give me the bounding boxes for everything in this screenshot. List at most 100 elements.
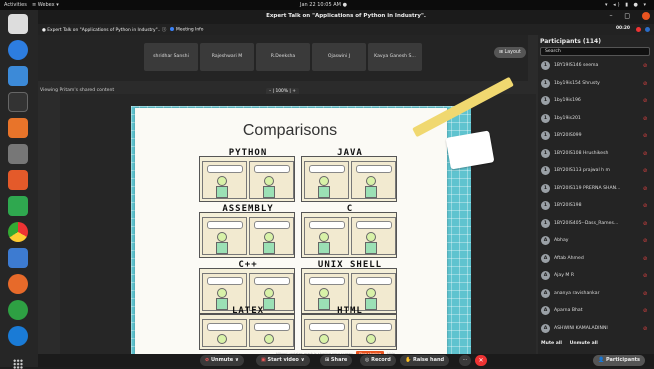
software-icon[interactable] [8,118,28,138]
participant-row[interactable]: A Ajay M R ⊘ [538,269,652,283]
participant-name: Aftab Ahmed [554,255,584,261]
participant-row[interactable]: 1 1BY20IS113 prajwal h m ⊘ [538,164,652,178]
window-controls[interactable]: – □ [610,12,650,20]
participants-button[interactable]: 👤 Participants [593,355,645,366]
video-tile[interactable]: shridhar Sanshi [144,43,198,71]
participant-name: Abhay [554,238,569,243]
avatar: A [541,236,550,245]
participant-search-input[interactable]: Search [540,47,650,56]
participants-footer: Mute all Unmute all [541,341,604,346]
participant-row[interactable]: 1 1BY20IS119 PRERNA SHAN... ⊘ [538,182,652,196]
calc-icon[interactable] [8,196,28,216]
unmute-button[interactable]: ⊘ Unmute ∨ [200,355,244,366]
meeting-controls: ⊘ Unmute ∨ ▣ Start video ∨ ⊞ Share ◎ Rec… [38,354,654,367]
video-strip: shridhar Sanshi Rajeshwari M R.Deeksha O… [38,35,528,81]
comic-panel: PYTHON [199,148,295,202]
muted-mic-icon: ⊘ [643,290,648,297]
more-options-button[interactable]: ⋯ [459,355,471,366]
participant-name: 1BY20IS113 prajwal h m [554,168,611,173]
start-video-button[interactable]: ▣ Start video ∨ [256,355,310,366]
participant-name: 1by19is154 Shrusty [554,80,600,86]
system-tray[interactable]: ▾ ◂) ▮ ● ▾ [605,2,648,8]
close-icon[interactable] [642,12,650,20]
muted-mic-icon: ⊘ [643,325,648,332]
participant-row[interactable]: 1 1BY20IS198 ⊘ [538,199,652,213]
window-titlebar: Expert Talk on "Applications of Python i… [38,10,654,24]
meeting-info-tab[interactable]: Meeting Info [170,27,203,33]
video-tile[interactable]: Rajeshwari M [200,43,254,71]
recording-icon[interactable] [636,27,641,32]
muted-mic-icon: ⊘ [643,273,648,279]
avatar: 1 [541,78,550,88]
participant-name: 1by19is201 [554,115,581,121]
terminal-icon[interactable] [8,92,28,112]
participant-row[interactable]: Aananya ravishankar ⊘ [538,287,652,301]
chrome-browser-icon[interactable] [8,222,28,242]
mute-all-button[interactable]: Mute all [541,341,562,346]
shared-content-stage: Comparisons PYTHON JAVA ASSEMBLY C C++ U… [60,94,536,354]
leave-meeting-button[interactable]: ✕ [475,355,487,366]
video-tile[interactable]: Ojaswini J [312,43,366,71]
settings-icon[interactable] [8,144,28,164]
video-off-icon: ▣ [261,357,266,363]
participant-name: Ajay M R [554,273,575,278]
participant-row[interactable]: 1 1BY20IS108 Hrushikesh ⊘ [538,147,652,161]
participant-name: ananya ravishankar [554,290,600,296]
text-editor-icon[interactable] [8,248,28,268]
impress-icon[interactable] [8,170,28,190]
avatar: 1 [541,201,550,210]
muted-mic-icon: ⊘ [643,133,648,139]
share-button[interactable]: ⊞ Share [320,355,353,366]
muted-mic-icon: ⊘ [643,80,648,87]
avatar: 1 [541,61,550,70]
shared-slide: Comparisons PYTHON JAVA ASSEMBLY C C++ U… [131,106,471,354]
muted-mic-icon: ⊘ [643,185,648,192]
participant-row[interactable]: A ASHWINI KAMALADINNI ⊘ [538,322,652,336]
app-menu[interactable]: ≡ Webex ▾ [32,2,59,8]
participant-row[interactable]: 1 1by19is201 ⊘ [538,112,652,126]
chrome-icon[interactable] [8,14,28,34]
muted-mic-icon: ⊘ [643,115,648,122]
minimize-maximize[interactable]: – □ [610,13,636,20]
participant-row[interactable]: 1 1by19is196 ⊘ [538,94,652,108]
participant-row[interactable]: A Abhay ⊘ [538,234,652,248]
record-button[interactable]: ◎ Record [360,355,396,366]
panel-label: ASSEMBLY [222,204,274,214]
help-icon[interactable] [8,40,28,60]
participant-row[interactable]: 1 1by19is154 Shrusty ⊘ [538,77,652,91]
activities-button[interactable]: Activities [4,2,27,8]
info-icon [170,27,174,31]
firefox-icon[interactable] [8,274,28,294]
avatar: 1 [541,148,550,158]
show-apps-icon[interactable] [13,359,23,369]
participant-row[interactable]: 1 1BY19IS146 seema ⊘ [538,59,652,73]
raise-hand-button[interactable]: ✋ Raise hand [400,355,450,366]
comic-panel: ASSEMBLY [199,204,295,258]
webex-icon[interactable] [8,326,28,346]
unmute-all-button[interactable]: Unmute all [570,341,598,346]
window-title: Expert Talk on "Applications of Python i… [266,13,426,19]
participant-name: 1BY19IS146 seema [554,63,599,68]
connection-icon[interactable] [645,27,650,32]
video-tile[interactable]: Kavya Ganesh S... [368,43,422,71]
participant-row[interactable]: A Aftab Ahmed ⊘ [538,252,652,266]
cheese-icon[interactable] [8,300,28,320]
participant-row[interactable]: A Aparna Bhat ⊘ [538,304,652,318]
participant-name: 1BY20IS099 [554,133,582,138]
participant-row[interactable]: 1 1BY20IS099 ⊘ [538,129,652,143]
shared-content-label: Viewing Pritam's shared content [40,88,115,93]
participant-row[interactable]: 1 1BY20IS405--Dass_Rames... ⊘ [538,217,652,231]
files-icon[interactable] [8,66,28,86]
muted-mic-icon: ⊘ [643,255,648,262]
clock[interactable]: Jan 22 10:05 AM ● [300,2,347,8]
comic-panel: LATEX [199,306,295,350]
meeting-title-tab[interactable]: ● Expert Talk on "Applications of Python… [42,27,166,33]
muted-mic-icon: ⊘ [643,220,648,227]
avatar: 1 [541,183,550,193]
panel-label: C++ [238,260,258,270]
panel-label: LATEX [231,306,265,316]
layout-button[interactable]: ⊞ Layout [494,47,526,58]
muted-mic-icon: ⊘ [643,308,648,314]
comic-panel: JAVA [301,148,397,202]
video-tile[interactable]: R.Deeksha [256,43,310,71]
